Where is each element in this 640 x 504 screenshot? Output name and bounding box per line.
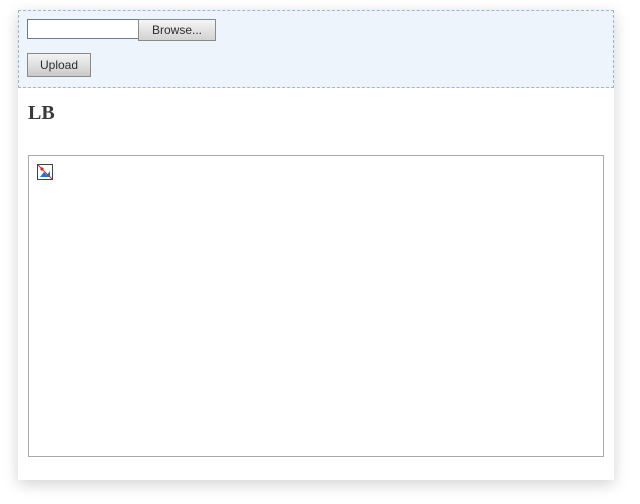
content-area: LB <box>18 88 614 457</box>
page-container: Browse... Upload LB <box>18 10 614 480</box>
broken-image-icon <box>37 164 53 180</box>
upload-button[interactable]: Upload <box>27 53 91 77</box>
page-title: LB <box>28 102 604 125</box>
upload-panel: Browse... Upload <box>18 10 614 88</box>
file-chooser-row: Browse... <box>27 19 605 41</box>
file-path-input[interactable] <box>27 19 139 39</box>
image-preview-frame <box>28 155 604 457</box>
browse-button[interactable]: Browse... <box>138 19 216 41</box>
